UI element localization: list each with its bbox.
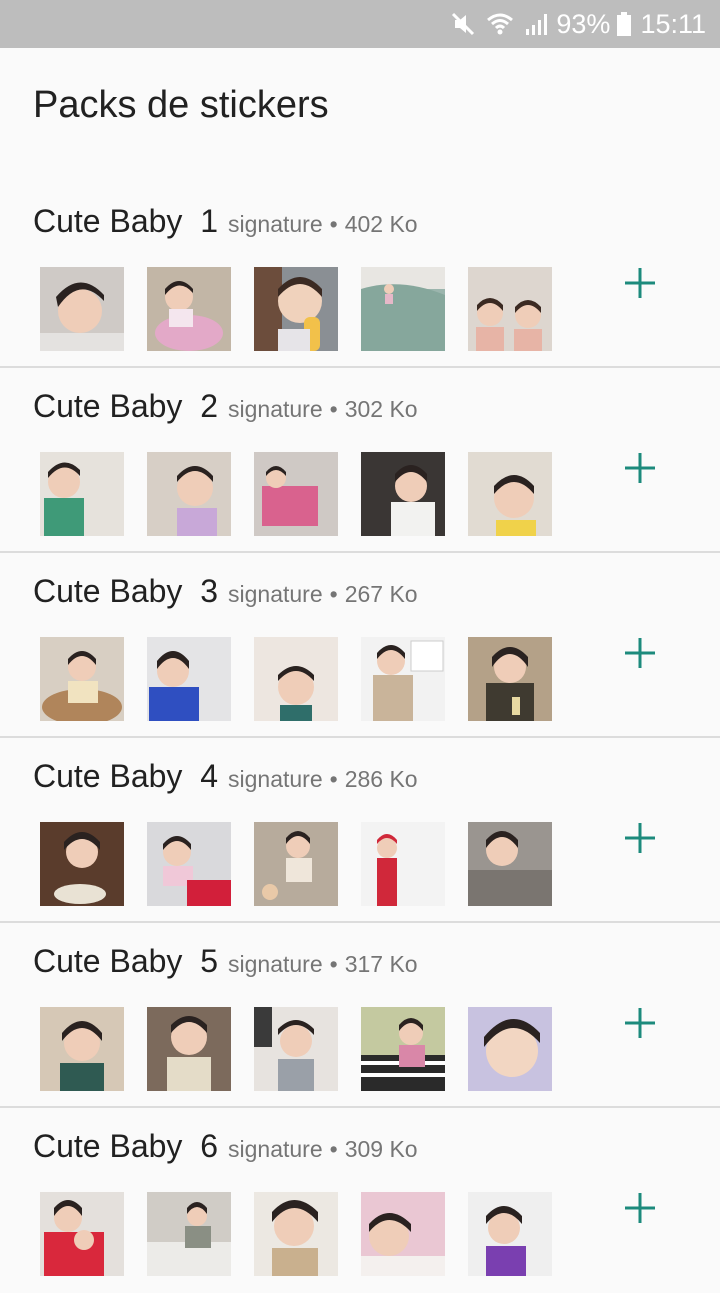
sticker-thumbnail (468, 1007, 552, 1091)
sticker-thumbnail (147, 1007, 231, 1091)
sticker-thumbnail (147, 822, 231, 906)
sticker-thumbnail (361, 1192, 445, 1276)
pack-size: 402 Ko (344, 211, 418, 237)
signal-icon (524, 11, 550, 37)
pack-size: 286 Ko (344, 766, 418, 792)
pack-header: Cute Baby 1 signature • 402 Ko (33, 203, 418, 240)
sticker-thumbnail (40, 267, 124, 351)
meta-separator: • (329, 211, 338, 237)
pack-name: Cute Baby 6 (33, 1128, 218, 1164)
pack-header: Cute Baby 3 signature • 267 Ko (33, 573, 418, 610)
sticker-thumbnail (254, 822, 338, 906)
sticker-thumbnail (468, 267, 552, 351)
status-bar: 93% 15:11 (0, 0, 720, 48)
sticker-thumbnail (147, 452, 231, 536)
sticker-thumbnail (40, 1192, 124, 1276)
sticker-thumbnail (361, 267, 445, 351)
meta-separator: • (329, 766, 338, 792)
sticker-thumbnails (40, 822, 575, 906)
battery-percentage: 93% (556, 8, 611, 39)
sticker-thumbnails (40, 1192, 575, 1276)
pack-author: signature (228, 1136, 323, 1162)
pack-name: Cute Baby 5 (33, 943, 218, 979)
pack-size: 317 Ko (344, 951, 418, 977)
sticker-thumbnails (40, 267, 575, 351)
pack-author: signature (228, 211, 323, 237)
add-pack-button[interactable] (618, 816, 662, 860)
pack-header: Cute Baby 4 signature • 286 Ko (33, 758, 418, 795)
sticker-pack-item[interactable]: Cute Baby 5 signature • 317 Ko (0, 923, 720, 1108)
pack-name: Cute Baby 2 (33, 388, 218, 424)
sticker-thumbnail (254, 637, 338, 721)
sticker-thumbnail (40, 1007, 124, 1091)
sticker-thumbnails (40, 452, 575, 536)
sticker-pack-list: Cute Baby 1 signature • 402 Ko Cute Baby… (0, 183, 720, 1293)
add-pack-button[interactable] (618, 446, 662, 490)
sticker-pack-item[interactable]: Cute Baby 3 signature • 267 Ko (0, 553, 720, 738)
add-pack-button[interactable] (618, 261, 662, 305)
sticker-thumbnails (40, 1007, 575, 1091)
page-title: Packs de stickers (33, 84, 329, 126)
wifi-icon (486, 11, 514, 37)
pack-author: signature (228, 766, 323, 792)
sticker-thumbnail (147, 637, 231, 721)
sticker-thumbnail (254, 452, 338, 536)
pack-header: Cute Baby 2 signature • 302 Ko (33, 388, 418, 425)
sticker-thumbnails (40, 637, 575, 721)
sticker-thumbnail (468, 1192, 552, 1276)
pack-header: Cute Baby 6 signature • 309 Ko (33, 1128, 418, 1165)
add-pack-button[interactable] (618, 631, 662, 675)
meta-separator: • (329, 951, 338, 977)
sticker-thumbnail (254, 1192, 338, 1276)
meta-separator: • (329, 396, 338, 422)
sticker-thumbnail (468, 637, 552, 721)
pack-size: 309 Ko (344, 1136, 418, 1162)
add-pack-button[interactable] (618, 1186, 662, 1230)
plus-icon (625, 823, 655, 853)
sticker-thumbnail (468, 452, 552, 536)
sticker-thumbnail (361, 1007, 445, 1091)
pack-size: 302 Ko (344, 396, 418, 422)
sticker-thumbnail (468, 822, 552, 906)
sticker-thumbnail (40, 637, 124, 721)
sticker-pack-item[interactable]: Cute Baby 4 signature • 286 Ko (0, 738, 720, 923)
sticker-thumbnail (147, 267, 231, 351)
plus-icon (625, 268, 655, 298)
pack-name: Cute Baby 4 (33, 758, 218, 794)
plus-icon (625, 1193, 655, 1223)
pack-name: Cute Baby 1 (33, 203, 218, 239)
add-pack-button[interactable] (618, 1001, 662, 1045)
sticker-thumbnail (40, 822, 124, 906)
sticker-thumbnail (361, 822, 445, 906)
mute-icon (450, 11, 476, 37)
plus-icon (625, 453, 655, 483)
sticker-thumbnail (254, 1007, 338, 1091)
pack-size: 267 Ko (344, 581, 418, 607)
pack-author: signature (228, 951, 323, 977)
sticker-pack-item[interactable]: Cute Baby 1 signature • 402 Ko (0, 183, 720, 368)
clock: 15:11 (640, 8, 706, 39)
pack-header: Cute Baby 5 signature • 317 Ko (33, 943, 418, 980)
sticker-thumbnail (40, 452, 124, 536)
sticker-pack-item[interactable]: Cute Baby 6 signature • 309 Ko (0, 1108, 720, 1293)
sticker-thumbnail (254, 267, 338, 351)
sticker-thumbnail (361, 452, 445, 536)
plus-icon (625, 1008, 655, 1038)
pack-name: Cute Baby 3 (33, 573, 218, 609)
meta-separator: • (329, 1136, 338, 1162)
pack-author: signature (228, 396, 323, 422)
sticker-pack-item[interactable]: Cute Baby 2 signature • 302 Ko (0, 368, 720, 553)
pack-author: signature (228, 581, 323, 607)
battery-icon (616, 11, 632, 37)
sticker-thumbnail (147, 1192, 231, 1276)
sticker-thumbnail (361, 637, 445, 721)
plus-icon (625, 638, 655, 668)
meta-separator: • (329, 581, 338, 607)
